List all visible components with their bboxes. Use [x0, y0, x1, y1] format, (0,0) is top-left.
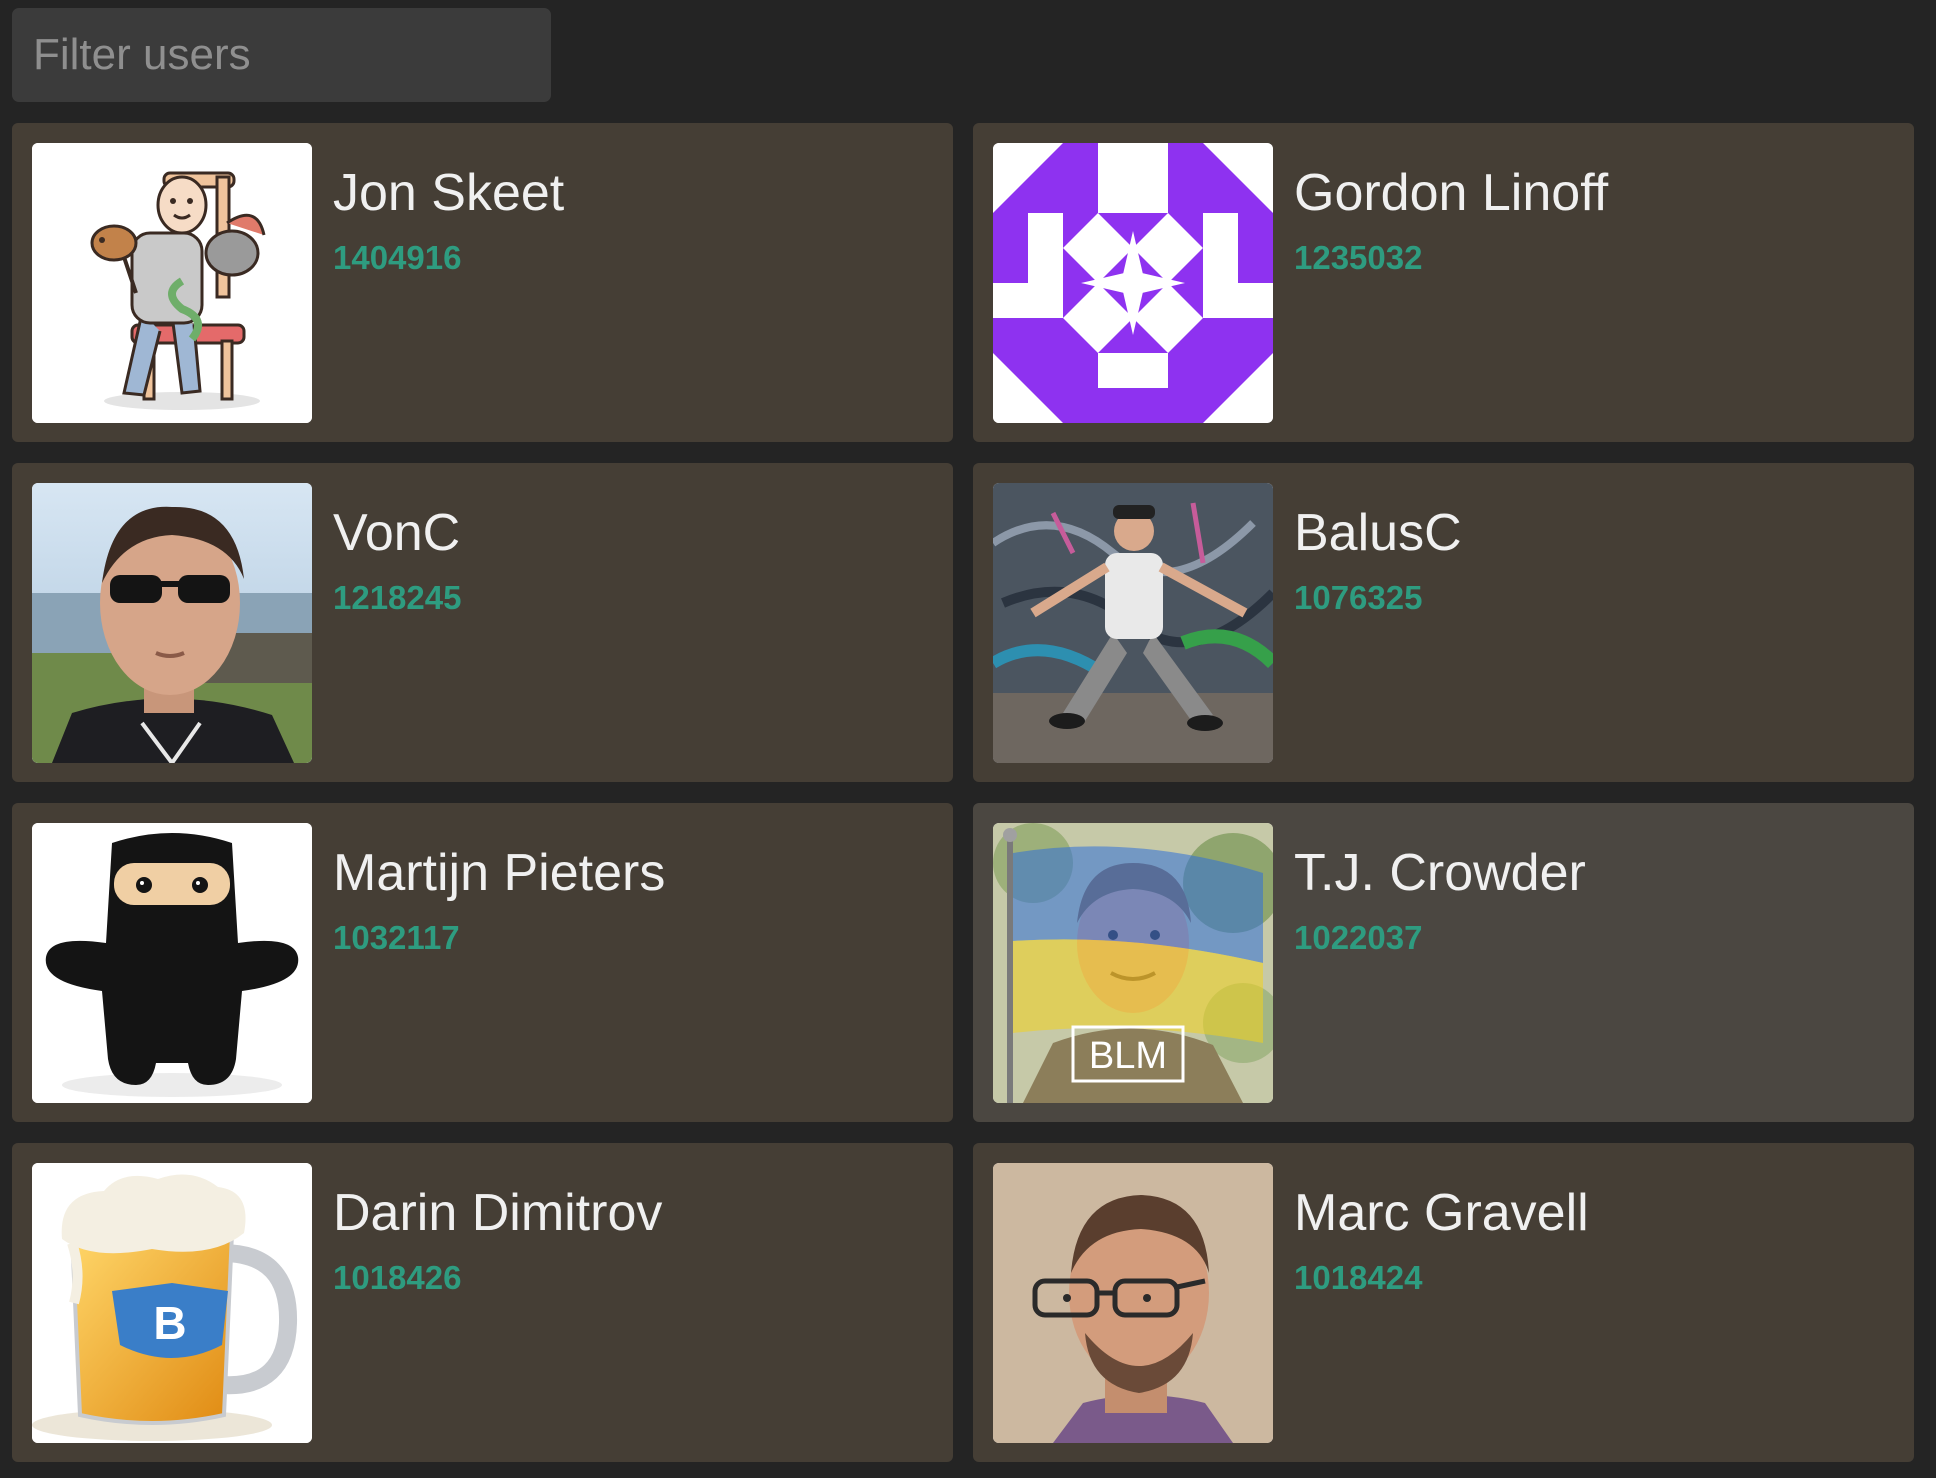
filter-users-input[interactable] — [12, 8, 551, 102]
user-card[interactable]: Gordon Linoff 1235032 — [973, 123, 1914, 442]
user-name: VonC — [333, 504, 461, 562]
user-reputation: 1218245 — [333, 579, 462, 616]
user-reputation: 1018426 — [333, 1259, 462, 1296]
beer-mug-avatar: B — [32, 1163, 312, 1443]
user-reputation: 1076325 — [1294, 579, 1423, 616]
man-in-sunglasses-photo-avatar — [32, 483, 312, 763]
user-card[interactable]: Martijn Pieters 1032117 — [12, 803, 953, 1122]
plush-ninja-avatar — [32, 823, 312, 1103]
user-card[interactable]: Jon Skeet 1404916 — [12, 123, 953, 442]
user-card[interactable]: BLM T.J. Crowder 1022037 — [973, 803, 1914, 1122]
man-with-glasses-photo-avatar — [993, 1163, 1273, 1443]
avatar-caption: BLM — [1089, 1035, 1167, 1077]
user-name: Jon Skeet — [333, 164, 565, 222]
user-card[interactable]: BalusC 1076325 — [973, 463, 1914, 782]
user-reputation: 1018424 — [1294, 1259, 1423, 1296]
man-posing-graffiti-photo-avatar — [993, 483, 1273, 763]
filter-users-field — [12, 8, 551, 102]
user-card[interactable]: VonC 1218245 — [12, 463, 953, 782]
purple-identicon-avatar — [993, 143, 1273, 423]
user-name: Marc Gravell — [1294, 1184, 1589, 1242]
user-name: Martijn Pieters — [333, 844, 666, 902]
avatar-caption: B — [153, 1297, 186, 1349]
cartoon-man-in-chair-avatar — [32, 143, 312, 423]
user-reputation: 1032117 — [333, 919, 460, 956]
user-reputation: 1235032 — [1294, 239, 1423, 276]
user-card[interactable]: B Darin Dimitrov 1018426 — [12, 1143, 953, 1462]
user-grid: Jon Skeet 1404916 Gordon Linoff 1235032 … — [12, 123, 1914, 1462]
user-reputation: 1404916 — [333, 239, 462, 276]
user-name: T.J. Crowder — [1294, 844, 1586, 902]
ukraine-flag-blm-photo-avatar: BLM — [993, 823, 1273, 1103]
user-name: BalusC — [1294, 504, 1462, 562]
user-name: Darin Dimitrov — [333, 1184, 663, 1242]
user-card[interactable]: Marc Gravell 1018424 — [973, 1143, 1914, 1462]
user-name: Gordon Linoff — [1294, 164, 1609, 222]
user-reputation: 1022037 — [1294, 919, 1423, 956]
